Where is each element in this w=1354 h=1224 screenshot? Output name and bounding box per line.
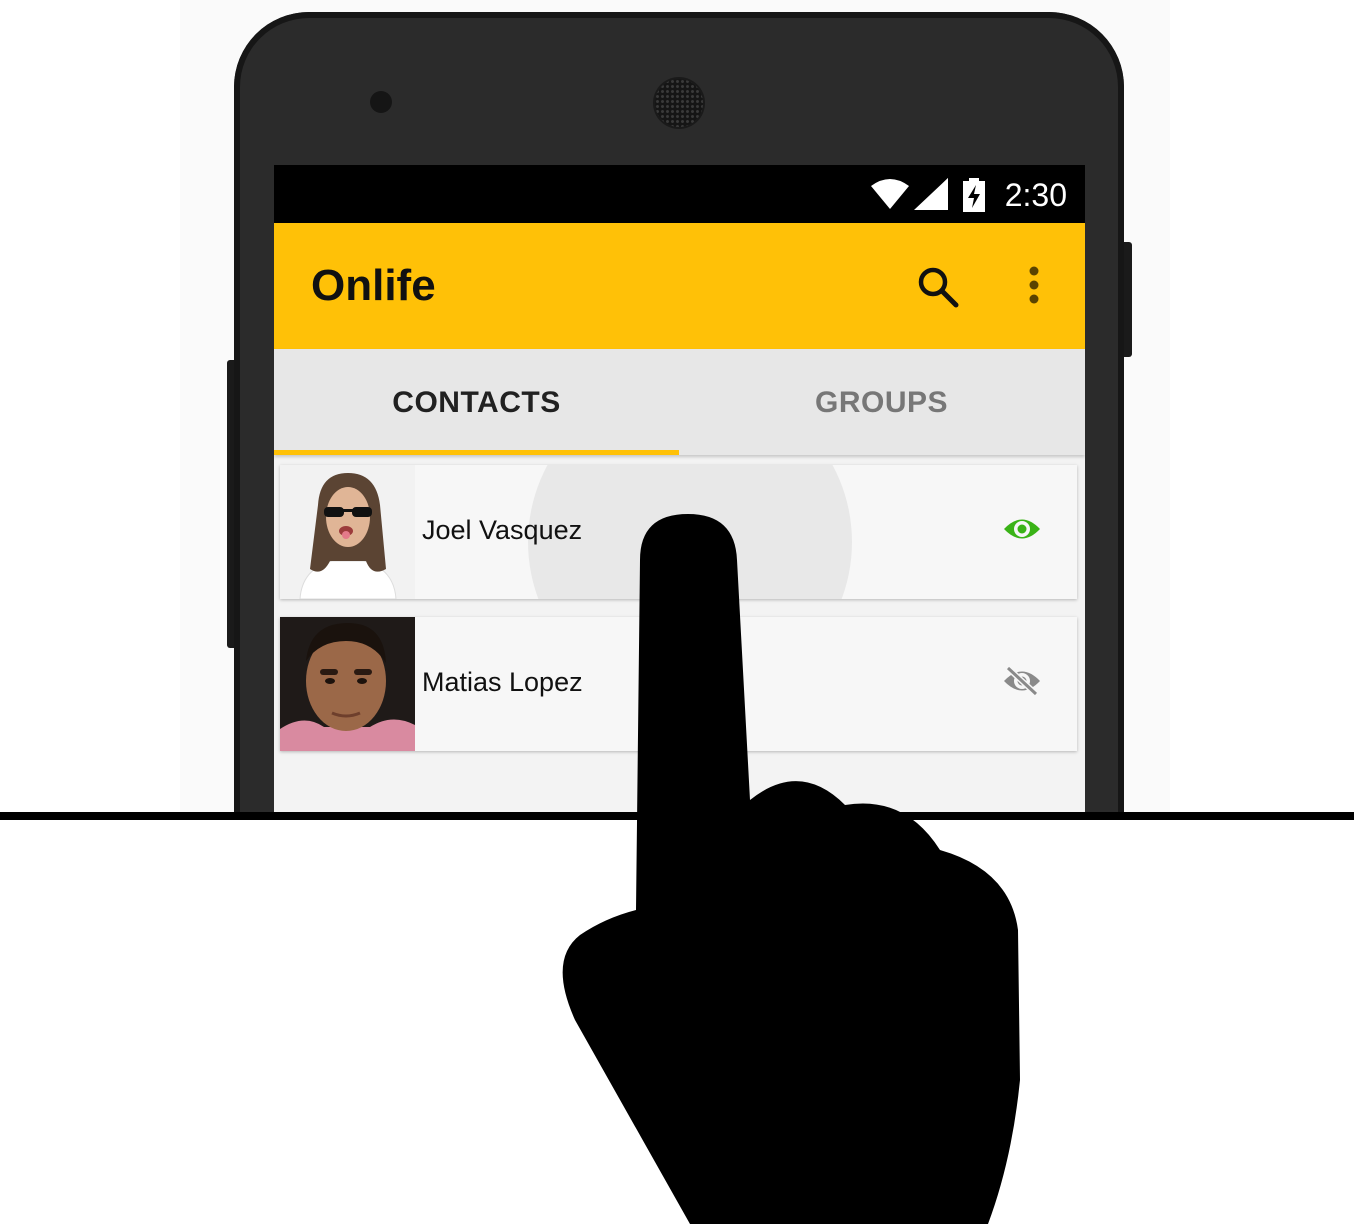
pointing-hand-icon (562, 514, 1020, 1224)
